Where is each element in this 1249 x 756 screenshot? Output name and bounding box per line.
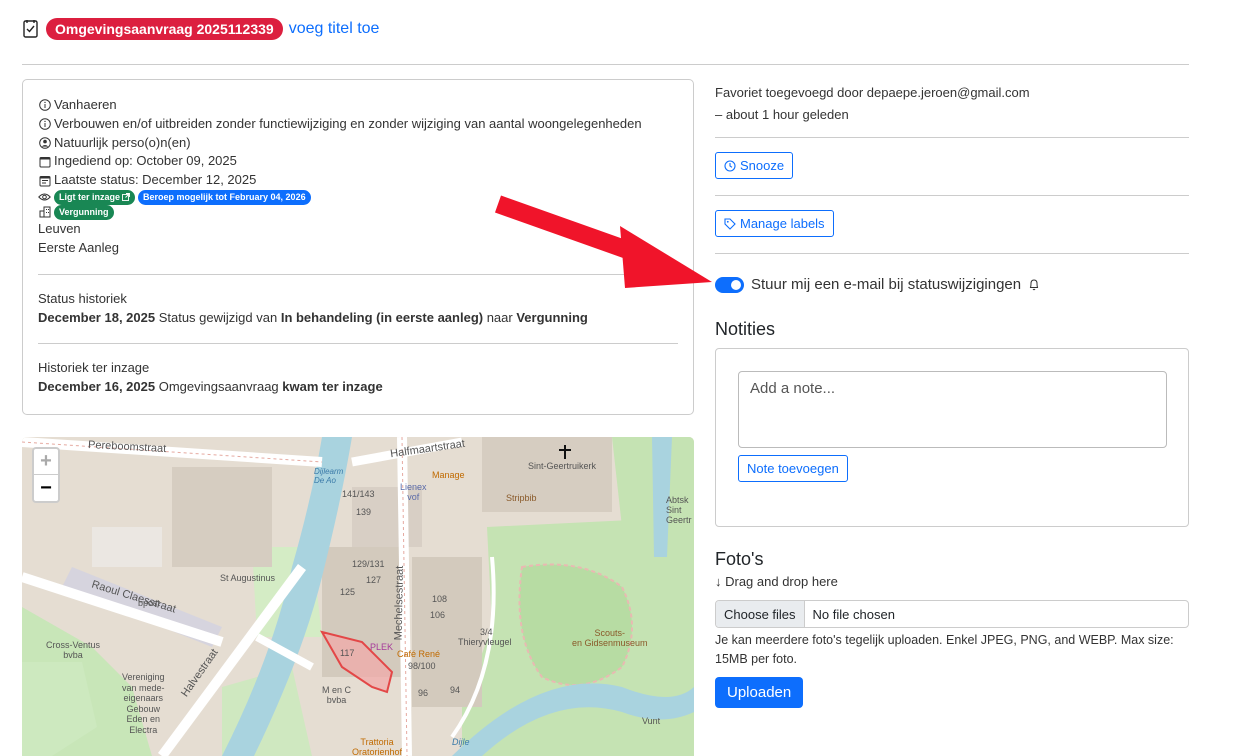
upload-button[interactable]: Uploaden [715,677,804,708]
person-circle-icon [38,136,51,149]
map-label: Sint-Geertruikerk [528,461,597,471]
header-divider [22,64,1189,65]
external-link-icon [122,193,130,202]
eye-icon [38,191,51,204]
calendar-icon [38,155,51,168]
inzage-pill-label: Ligt ter inzage [59,191,121,202]
section-divider [38,342,678,344]
upload-help-text: Je kan meerdere foto's tegelijk uploaden… [715,633,1174,666]
drag-drop-hint: ↓ Drag and drop here [715,574,838,589]
inzage-history-entry: December 16, 2025 Omgevingsaanvraag kwam… [38,377,678,396]
submitted-line: Ingediend op: October 09, 2025 [38,152,678,171]
map-label: 117 [340,648,355,658]
map-label: Trattoria Oratorienhof [352,737,403,756]
map-label: 96 [418,688,429,698]
applicant-name: Vanhaeren [54,97,117,112]
person-type-text: Natuurlijk perso(o)n(en) [54,134,191,150]
status-history-from: In behandeling (in eerste aanleg) [280,309,484,325]
add-note-button[interactable]: Note toevoegen [738,455,848,482]
map-label: Thieryvleugel [458,637,512,647]
status-history-text: Status gewijzigd van [155,309,281,325]
choose-files-button[interactable]: Choose files [716,601,805,627]
map-label: Vunt [642,716,661,726]
inzage-history-label: Historiek ter inzage [38,359,150,375]
map-label: PLEK [370,642,394,652]
map-label: Scouts- en Gidsenmuseum [572,628,648,648]
map-label: 127 [366,575,382,585]
email-toggle-row: Stuur mij een e-mail bij statuswijziging… [715,276,1040,293]
description-text: Verbouwen en/of uitbreiden zonder functi… [54,115,642,131]
favorite-by: Favoriet toegevoegd door depaepe.jeroen@… [715,85,1030,100]
application-badge: Omgevingsaanvraag 2025112339 [46,18,283,40]
info-icon [38,99,51,112]
photos-heading: Foto's [715,549,764,569]
zoom-in-button[interactable]: + [34,449,58,475]
bell-icon [1029,279,1039,291]
map-label: Café René [397,649,441,659]
map-label: Abtsk Sint Geertr [666,495,692,525]
status-history-to: Vergunning [516,309,588,325]
map-label: 108 [432,594,448,604]
clock-icon [724,159,736,172]
map-label: 141/143 [342,489,375,499]
inzage-history-bold: kwam ter inzage [282,378,383,394]
beroep-pill: Beroep mogelijk tot February 04, 2026 [138,189,311,205]
divider [715,195,1189,196]
map-label: 125 [340,587,356,597]
notes-heading: Notities [715,319,776,339]
note-textarea[interactable]: Add a note... [738,371,1167,448]
email-toggle-label: Stuur mij een e-mail bij statuswijziging… [751,276,1022,293]
map-label: Dijlearm De Ao [314,467,344,485]
divider [715,137,1189,138]
notes-card: Add a note... Note toevoegen [715,348,1189,527]
inzage-pill[interactable]: Ligt ter inzage [54,189,136,205]
inzage-history-date: December 16, 2025 [38,378,156,394]
status-history-date: December 18, 2025 [38,309,156,325]
map-label: 129/131 [352,559,385,569]
map-label: 139 [356,507,372,517]
map-label: Stripbib [506,493,537,503]
divider [715,253,1189,254]
red-arrow-annotation [494,195,712,288]
zoom-control: + − [32,447,60,503]
calendar-check-icon [38,174,51,187]
map-label: 3/4 [480,627,493,637]
map-label: Lienex vof [400,482,427,502]
building-icon [38,206,51,219]
map-label: Vereniging van mede- eigenaars Gebouw Ed… [122,672,165,735]
status-history-entry: December 18, 2025 Status gewijzigd van I… [38,308,678,327]
manage-labels-button[interactable]: Manage labels [715,210,834,237]
map-label: 106 [430,610,446,620]
favorite-info: Favoriet toegevoegd door depaepe.jeroen@… [715,82,1030,126]
map-label: St Augustinus [220,573,276,583]
info-icon [38,118,51,131]
person-type-line: Natuurlijk perso(o)n(en) [38,134,678,153]
no-file-text: No file chosen [812,606,895,622]
inzage-history-text: Omgevingsaanvraag [155,378,283,394]
snooze-label: Snooze [740,158,785,173]
map-label: Dijle [452,737,470,747]
map-label: Manage [432,470,465,480]
submitted-text: Ingediend op: October 09, 2025 [54,153,237,169]
map-label: 98/100 [408,661,436,671]
page-header: Omgevingsaanvraag 2025112339 voeg titel … [22,18,379,40]
zoom-out-button[interactable]: − [34,475,58,501]
map-label: M en C bvba [322,685,352,705]
last-status-text: Laatste status: December 12, 2025 [54,172,257,188]
location-map[interactable]: Pereboomstraat Halfmaartstraat Sint-Geer… [22,437,694,756]
status-history-text: naar [483,309,517,325]
favorite-time: – about 1 hour geleden [715,107,849,122]
map-label: Cross-Ventus bvba [46,640,101,660]
applicant-line: Vanhaeren [38,96,678,115]
manage-labels-label: Manage labels [740,216,825,231]
checklist-icon [23,20,38,38]
vergunning-pill: Vergunning [54,204,114,220]
description-line: Verbouwen en/of uitbreiden zonder functi… [38,115,678,134]
map-label: Mechelsestraat [392,565,406,641]
file-input[interactable]: Choose files No file chosen [715,600,1189,628]
map-label: 94 [450,685,461,695]
add-title-link[interactable]: voeg titel toe [289,20,380,38]
snooze-button[interactable]: Snooze [715,152,794,179]
